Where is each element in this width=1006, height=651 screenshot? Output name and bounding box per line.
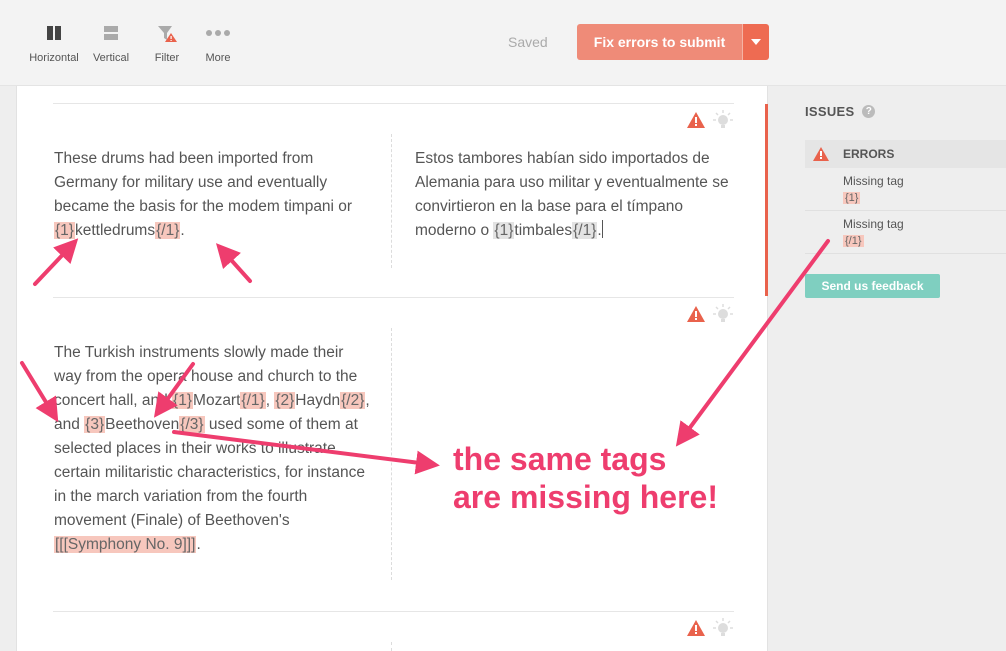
inline-tag: {/3} — [179, 416, 205, 433]
dropdown-caret-icon[interactable] — [742, 24, 769, 60]
issue-item[interactable]: Missing tag {/1} — [805, 211, 1006, 254]
inline-tag: {1} — [54, 222, 75, 239]
inline-tag: {1} — [493, 222, 515, 239]
segment-divider — [53, 103, 734, 104]
columns-icon — [24, 22, 84, 44]
segment-text-run: Haydn — [295, 392, 341, 409]
callout-line: the same tags — [453, 441, 667, 477]
inline-tag: {/1} — [572, 222, 598, 239]
segment-divider — [53, 297, 734, 298]
segment-split-line — [391, 642, 392, 651]
tool-more[interactable]: More — [188, 22, 248, 64]
segment-text-run: Beethoven — [105, 416, 180, 433]
segment-text-run: . — [196, 536, 201, 553]
segment-split-line — [391, 134, 392, 268]
inline-tag: [[[Symphony No. 9]]] — [54, 536, 197, 553]
inline-tag: {2} — [274, 392, 296, 409]
segment-text-run: These drums had been imported from Germa… — [54, 150, 353, 215]
segment-text-run: timbales — [514, 222, 573, 239]
warning-icon — [813, 147, 829, 161]
warning-icon[interactable] — [687, 112, 705, 128]
more-dots-icon — [188, 22, 248, 44]
issues-title: ISSUES ? — [805, 104, 876, 119]
inline-tag: {3} — [84, 416, 106, 433]
tool-vertical[interactable]: Vertical — [81, 22, 141, 64]
issue-tag: {/1} — [843, 235, 864, 247]
lightbulb-icon[interactable] — [713, 110, 733, 130]
tool-label: More — [205, 52, 231, 64]
inline-tag: {/1} — [155, 222, 181, 239]
saved-status: Saved — [508, 34, 548, 50]
annotation-callout: the same tags are missing here! — [453, 440, 718, 516]
target-text-editor[interactable]: Estos tambores habían sido importados de… — [415, 147, 745, 243]
fix-errors-button[interactable]: Fix errors to submit — [577, 24, 769, 60]
tool-label: Vertical — [92, 52, 130, 64]
segment-text-run: . — [180, 222, 185, 239]
issue-name: Missing tag — [843, 217, 904, 231]
issue-item[interactable]: Missing tag {1} — [805, 168, 1006, 211]
errors-header[interactable]: ERRORS — [805, 140, 1006, 168]
source-text: These drums had been imported from Germa… — [54, 147, 372, 243]
lightbulb-icon[interactable] — [713, 304, 733, 324]
segment-split-line — [391, 328, 392, 580]
active-segment-marker — [765, 104, 768, 296]
segment-divider — [53, 611, 734, 612]
editor-panel: These drums had been imported from Germa… — [16, 86, 768, 651]
source-text: The Turkish instruments slowly made thei… — [54, 341, 372, 557]
tool-label: Horizontal — [29, 52, 79, 64]
lightbulb-icon[interactable] — [713, 618, 733, 638]
errors-header-label: ERRORS — [843, 147, 895, 161]
text-cursor — [601, 220, 603, 238]
tool-horizontal[interactable]: Horizontal — [24, 22, 84, 64]
fix-errors-label[interactable]: Fix errors to submit — [577, 24, 742, 60]
help-icon[interactable]: ? — [862, 105, 876, 118]
warning-icon[interactable] — [687, 306, 705, 322]
toolbar: Horizontal Vertical Filter More Saved Fi… — [0, 0, 1006, 86]
inline-tag: {/1} — [240, 392, 266, 409]
issues-title-text: ISSUES — [805, 104, 855, 119]
inline-tag: {1} — [172, 392, 194, 409]
issue-name: Missing tag — [843, 174, 904, 188]
warning-icon[interactable] — [687, 620, 705, 636]
callout-line: are missing here! — [453, 479, 718, 515]
inline-tag: {/2} — [340, 392, 366, 409]
rows-icon — [81, 22, 141, 44]
segment-text-run: kettledrums — [74, 222, 156, 239]
issue-tag: {1} — [843, 192, 861, 204]
send-feedback-button[interactable]: Send us feedback — [805, 274, 940, 298]
segment-text-run: Mozart — [193, 392, 241, 409]
